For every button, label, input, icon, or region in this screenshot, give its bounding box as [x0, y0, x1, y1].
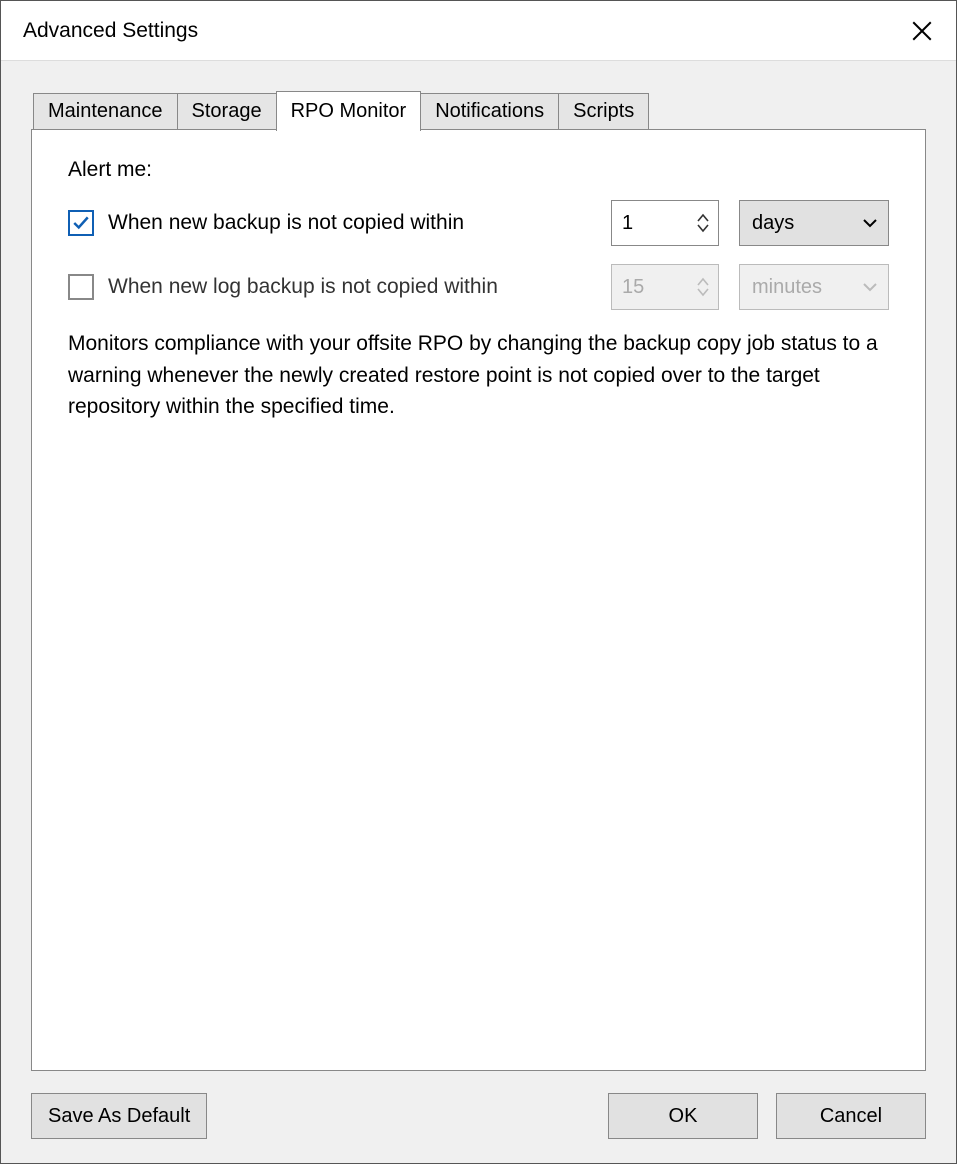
alert-backup-unit[interactable]: days — [739, 200, 889, 246]
check-icon — [72, 214, 90, 232]
save-as-default-button[interactable]: Save As Default — [31, 1093, 207, 1139]
dialog-title: Advanced Settings — [23, 19, 198, 43]
alert-log-backup-value-text: 15 — [612, 265, 688, 309]
alert-backup-checkbox[interactable] — [68, 210, 94, 236]
close-button[interactable] — [900, 9, 944, 53]
chevron-up-icon — [696, 213, 710, 223]
cancel-button[interactable]: Cancel — [776, 1093, 926, 1139]
tab-maintenance[interactable]: Maintenance — [33, 93, 178, 129]
alert-log-backup-value: 15 — [611, 264, 719, 310]
tab-notifications[interactable]: Notifications — [420, 93, 559, 129]
rpo-description: Monitors compliance with your offsite RP… — [68, 328, 888, 423]
chevron-up-icon — [696, 277, 710, 287]
rpo-monitor-panel: Alert me: When new backup is not copied … — [31, 129, 926, 1071]
alert-log-backup-checkbox[interactable] — [68, 274, 94, 300]
chevron-down-icon — [862, 282, 878, 292]
alert-backup-row: When new backup is not copied within 1 d… — [68, 200, 889, 246]
tab-scripts[interactable]: Scripts — [558, 93, 649, 129]
advanced-settings-dialog: Advanced Settings Maintenance Storage RP… — [0, 0, 957, 1164]
client-area: Maintenance Storage RPO Monitor Notifica… — [1, 61, 956, 1163]
dialog-footer: Save As Default OK Cancel — [31, 1071, 926, 1139]
titlebar: Advanced Settings — [1, 1, 956, 61]
alert-log-backup-label: When new log backup is not copied within — [108, 275, 498, 299]
alert-log-backup-row: When new log backup is not copied within… — [68, 264, 889, 310]
alert-me-label: Alert me: — [68, 158, 889, 182]
spinner-arrows[interactable] — [688, 201, 718, 245]
alert-backup-unit-text: days — [752, 212, 862, 235]
chevron-down-icon — [862, 218, 878, 228]
chevron-down-icon — [696, 287, 710, 297]
ok-button[interactable]: OK — [608, 1093, 758, 1139]
tab-rpo-monitor[interactable]: RPO Monitor — [276, 91, 422, 131]
tab-storage[interactable]: Storage — [177, 93, 277, 129]
tab-strip: Maintenance Storage RPO Monitor Notifica… — [33, 91, 926, 129]
close-icon — [912, 21, 932, 41]
alert-log-backup-unit: minutes — [739, 264, 889, 310]
alert-backup-label: When new backup is not copied within — [108, 211, 464, 235]
chevron-down-icon — [696, 223, 710, 233]
spinner-arrows — [688, 265, 718, 309]
alert-backup-value-text: 1 — [612, 201, 688, 245]
alert-backup-value[interactable]: 1 — [611, 200, 719, 246]
alert-log-backup-unit-text: minutes — [752, 276, 862, 299]
